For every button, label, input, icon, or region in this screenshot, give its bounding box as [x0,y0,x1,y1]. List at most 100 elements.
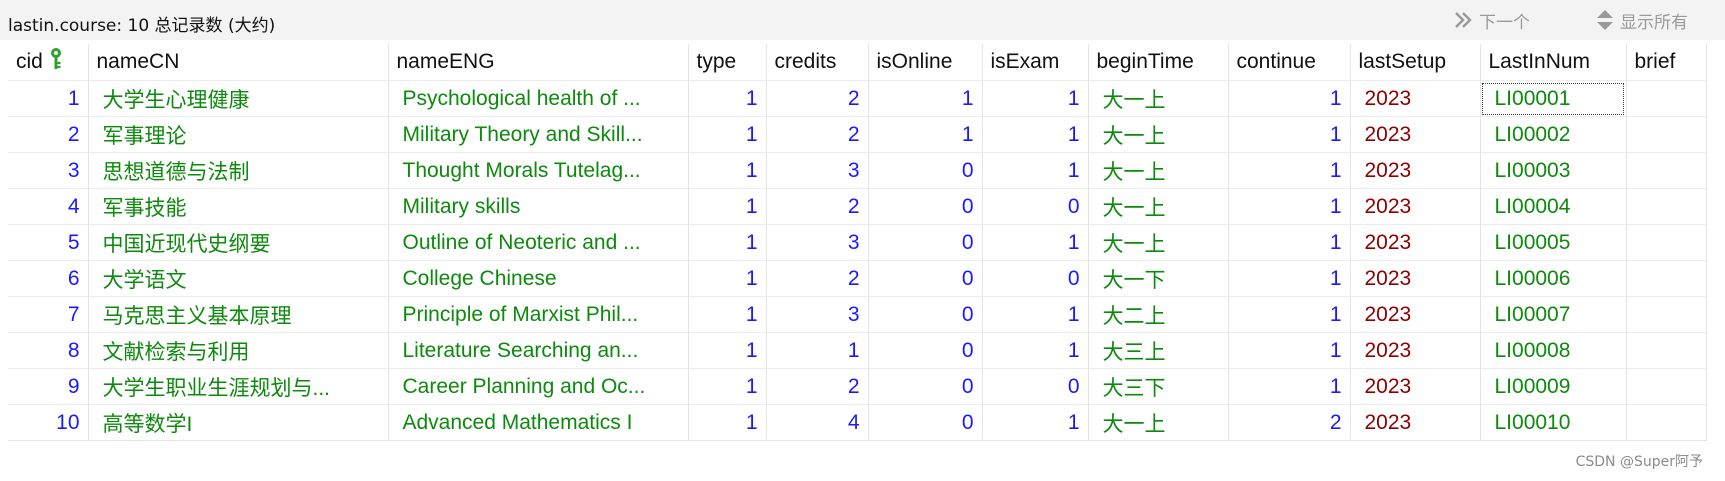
cell-isonline[interactable]: 0 [868,404,983,441]
cell-credits[interactable]: 2 [766,368,869,405]
cell-credits[interactable]: 2 [766,260,869,297]
cell-credits[interactable]: 2 [766,188,869,225]
cell-nameeng[interactable]: Literature Searching an... [388,332,689,369]
table-row[interactable]: 2 军事理论 Military Theory and Skill... 1 2 1 1 大一上… [8,116,1707,153]
cell-credits[interactable]: 3 [766,224,869,261]
cell-isonline[interactable]: 0 [868,188,983,225]
cell-lastsetup[interactable]: 2023 [1350,404,1481,441]
cell-brief[interactable] [1626,116,1707,153]
cell-namecn[interactable]: 高等数学I [88,404,389,441]
cell-brief[interactable] [1626,404,1707,441]
cell-type[interactable]: 1 [688,332,767,369]
cell-begintime[interactable]: 大一上 [1088,80,1229,117]
cell-lastsetup[interactable]: 2023 [1350,116,1481,153]
cell-begintime[interactable]: 大一上 [1088,116,1229,153]
table-row[interactable]: 6 大学语文 College Chinese 1 2 0 0 大一下 1 2023 LI00006 [8,260,1707,297]
cell-begintime[interactable]: 大一上 [1088,404,1229,441]
column-header-namecn[interactable]: nameCN [88,44,389,81]
cell-isexam[interactable]: 0 [982,368,1089,405]
cell-begintime[interactable]: 大一上 [1088,152,1229,189]
cell-cid[interactable]: 3 [8,152,89,189]
cell-brief[interactable] [1626,260,1707,297]
cell-cid[interactable]: 7 [8,296,89,333]
table-row[interactable]: 9 大学生职业生涯规划与... Career Planning and Oc... 1… [8,368,1707,405]
cell-lastinnum[interactable]: LI00004 [1480,188,1627,225]
cell-continue[interactable]: 1 [1228,80,1351,117]
cell-type[interactable]: 1 [688,116,767,153]
cell-nameeng[interactable]: Psychological health of ... [388,80,689,117]
cell-credits[interactable]: 2 [766,80,869,117]
cell-namecn[interactable]: 中国近现代史纲要 [88,224,389,261]
cell-isexam[interactable]: 1 [982,332,1089,369]
table-row[interactable]: 8 文献检索与利用 Literature Searching an... 1 1 0 1 大三… [8,332,1707,369]
cell-continue[interactable]: 1 [1228,332,1351,369]
cell-begintime[interactable]: 大一上 [1088,224,1229,261]
cell-lastinnum[interactable]: LI00001 [1480,80,1627,117]
table-row[interactable]: 10 高等数学I Advanced Mathematics I 1 4 0 1 大一上 2 202… [8,404,1707,441]
cell-continue[interactable]: 1 [1228,188,1351,225]
cell-isexam[interactable]: 1 [982,80,1089,117]
column-header-credits[interactable]: credits [766,44,869,81]
cell-cid[interactable]: 9 [8,368,89,405]
cell-namecn[interactable]: 大学生心理健康 [88,80,389,117]
column-header-cid[interactable]: cid [8,44,89,81]
cell-lastsetup[interactable]: 2023 [1350,80,1481,117]
next-button[interactable]: 下一个 [1453,8,1530,33]
table-row[interactable]: 5 中国近现代史纲要 Outline of Neoteric and ... 1 3 0 1… [8,224,1707,261]
cell-credits[interactable]: 1 [766,332,869,369]
cell-nameeng[interactable]: Military skills [388,188,689,225]
cell-credits[interactable]: 4 [766,404,869,441]
column-header-brief[interactable]: brief [1626,44,1707,81]
cell-begintime[interactable]: 大一下 [1088,260,1229,297]
cell-nameeng[interactable]: College Chinese [388,260,689,297]
cell-isexam[interactable]: 1 [982,152,1089,189]
cell-nameeng[interactable]: Outline of Neoteric and ... [388,224,689,261]
cell-begintime[interactable]: 大一上 [1088,188,1229,225]
cell-type[interactable]: 1 [688,296,767,333]
cell-type[interactable]: 1 [688,80,767,117]
cell-begintime[interactable]: 大三上 [1088,332,1229,369]
cell-cid[interactable]: 5 [8,224,89,261]
cell-credits[interactable]: 3 [766,296,869,333]
column-header-nameeng[interactable]: nameENG [388,44,689,81]
cell-lastinnum[interactable]: LI00006 [1480,260,1627,297]
cell-nameeng[interactable]: Military Theory and Skill... [388,116,689,153]
column-header-begintime[interactable]: beginTime [1088,44,1229,81]
cell-isexam[interactable]: 1 [982,116,1089,153]
cell-brief[interactable] [1626,332,1707,369]
cell-continue[interactable]: 1 [1228,224,1351,261]
cell-isonline[interactable]: 0 [868,224,983,261]
cell-lastinnum[interactable]: LI00003 [1480,152,1627,189]
cell-credits[interactable]: 2 [766,116,869,153]
cell-lastinnum[interactable]: LI00008 [1480,332,1627,369]
cell-isonline[interactable]: 0 [868,296,983,333]
cell-lastsetup[interactable]: 2023 [1350,152,1481,189]
column-header-isexam[interactable]: isExam [982,44,1089,81]
cell-type[interactable]: 1 [688,152,767,189]
cell-namecn[interactable]: 大学生职业生涯规划与... [88,368,389,405]
table-row[interactable]: 4 军事技能 Military skills 1 2 0 0 大一上 1 2023 LI00004 [8,188,1707,225]
table-row[interactable]: 3 思想道德与法制 Thought Morals Tutelag... 1 3 0 1 大一上… [8,152,1707,189]
cell-lastinnum[interactable]: LI00005 [1480,224,1627,261]
column-header-isonline[interactable]: isOnline [868,44,983,81]
cell-cid[interactable]: 2 [8,116,89,153]
cell-namecn[interactable]: 军事技能 [88,188,389,225]
cell-isonline[interactable]: 1 [868,116,983,153]
cell-continue[interactable]: 1 [1228,152,1351,189]
cell-type[interactable]: 1 [688,188,767,225]
cell-cid[interactable]: 1 [8,80,89,117]
cell-type[interactable]: 1 [688,368,767,405]
cell-lastsetup[interactable]: 2023 [1350,332,1481,369]
cell-isexam[interactable]: 1 [982,296,1089,333]
cell-lastinnum[interactable]: LI00009 [1480,368,1627,405]
column-header-lastinnum[interactable]: LastInNum [1480,44,1627,81]
cell-type[interactable]: 1 [688,260,767,297]
cell-brief[interactable] [1626,224,1707,261]
table-row[interactable]: 7 马克思主义基本原理 Principle of Marxist Phil... 1 3… [8,296,1707,333]
cell-credits[interactable]: 3 [766,152,869,189]
cell-nameeng[interactable]: Principle of Marxist Phil... [388,296,689,333]
cell-isexam[interactable]: 0 [982,260,1089,297]
cell-brief[interactable] [1626,80,1707,117]
table-row[interactable]: 1 大学生心理健康 Psychological health of ... 1 2 1 1 大… [8,80,1707,117]
cell-namecn[interactable]: 马克思主义基本原理 [88,296,389,333]
